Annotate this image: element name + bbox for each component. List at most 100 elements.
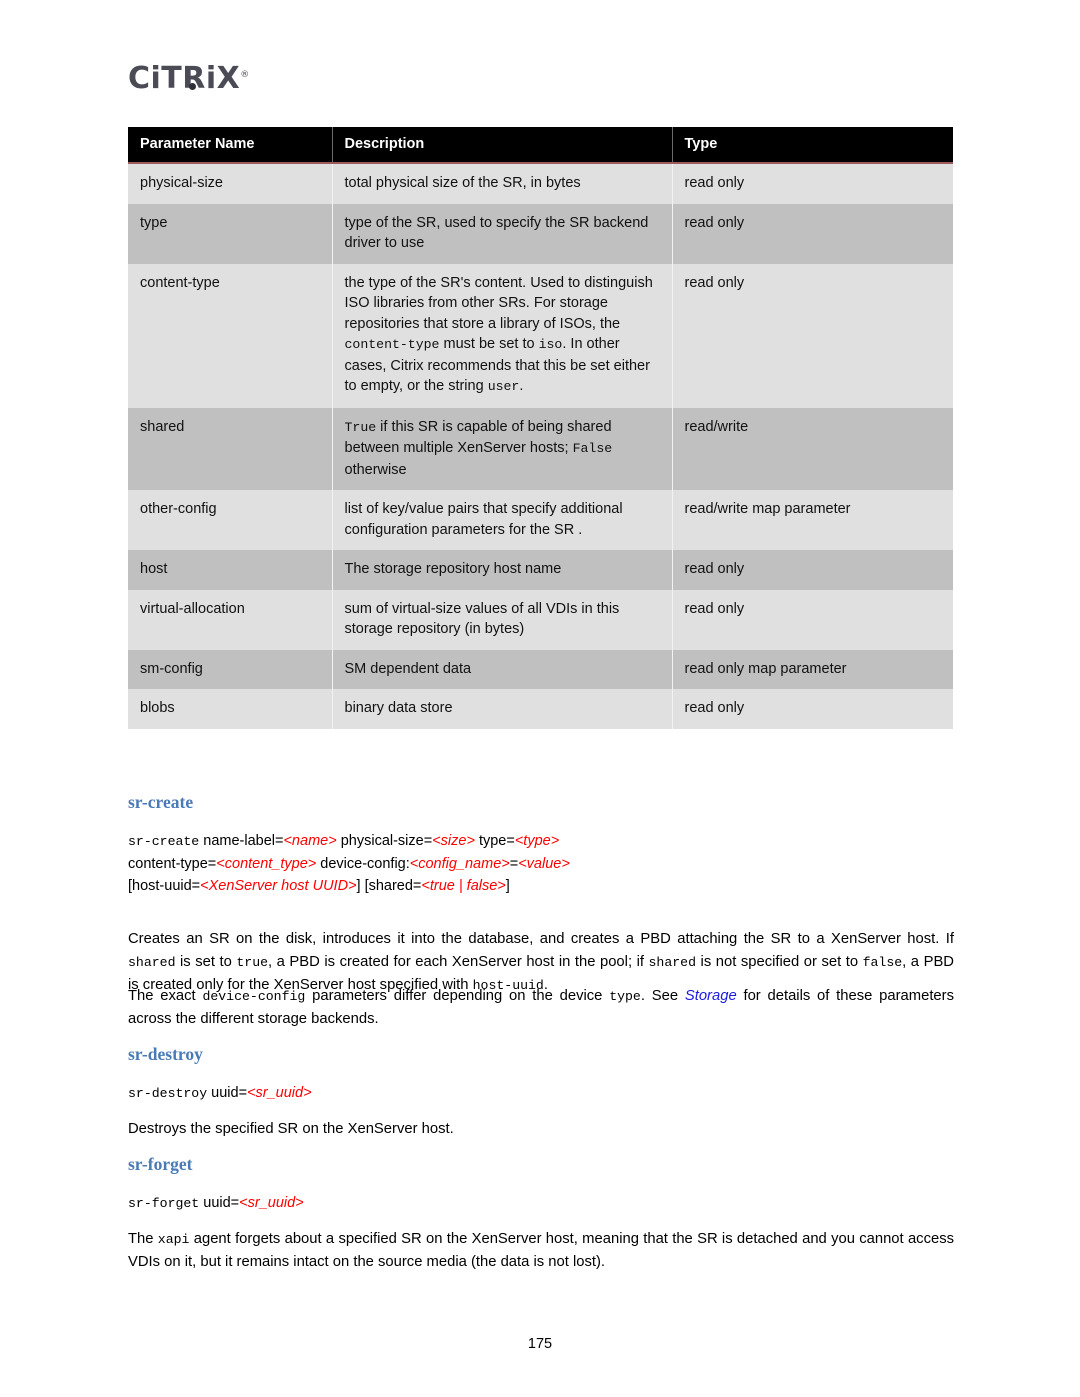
- text-run: The storage repository host name: [344, 561, 562, 577]
- cell-parameter-name: other-config: [128, 490, 333, 550]
- table-row: content-type the type of the SR's content…: [128, 263, 953, 408]
- cell-parameter-name: physical-size: [128, 163, 333, 204]
- heading-sr-destroy: sr-destroy: [128, 1044, 203, 1064]
- table-row: host The storage repository host name read…: [128, 550, 953, 590]
- text-run: , a PBD is created for each XenServer ho…: [268, 954, 649, 970]
- syntax-placeholder: <content_type>: [216, 856, 317, 872]
- paragraph-sr-forget-description: The xapi agent forgets about a specified…: [128, 1228, 954, 1274]
- heading-sr-forget: sr-forget: [128, 1154, 193, 1174]
- command-name: sr-create: [128, 834, 200, 849]
- syntax-placeholder: <sr_uuid>: [247, 1085, 312, 1101]
- text-run: parameters differ depending on the devic…: [305, 988, 610, 1004]
- syntax-line: [host-uuid=<XenServer host UUID>] [share…: [128, 875, 570, 897]
- syntax-line: sr-destroy uuid=<sr_uuid>: [128, 1082, 312, 1105]
- syntax-literal: physical-size=: [336, 833, 433, 849]
- syntax-line: sr-forget uuid=<sr_uuid>: [128, 1192, 304, 1215]
- table-row: physical-size total physical size of the …: [128, 163, 953, 204]
- syntax-literal: content-type=: [128, 856, 217, 872]
- parameter-table-head: Parameter Name Description Type: [128, 127, 953, 164]
- cell-description: total physical size of the SR, in bytes: [332, 163, 673, 204]
- inline-code: type: [609, 989, 641, 1004]
- column-header-description: Description: [332, 127, 673, 164]
- cell-type: read/write map parameter: [672, 490, 953, 550]
- inline-code: shared: [648, 955, 696, 970]
- inline-code: xapi: [157, 1232, 190, 1247]
- text-run: the type of the SR's content. Used to di…: [344, 274, 653, 332]
- text-run: must be set to: [439, 336, 539, 352]
- syntax-literal: =: [509, 856, 519, 872]
- cell-type: read only: [672, 203, 953, 264]
- cell-description: the type of the SR's content. Used to di…: [332, 263, 673, 408]
- syntax-placeholder: <value>: [518, 856, 570, 872]
- cell-type: read only map parameter: [672, 649, 953, 689]
- text-run: list of key/value pairs that specify add…: [344, 501, 623, 538]
- syntax-literal: ] [shared=: [356, 878, 422, 894]
- citrix-logo: CiTRiX®: [128, 60, 428, 106]
- syntax-placeholder: <XenServer host UUID>: [200, 878, 357, 894]
- cell-type: read only: [672, 263, 953, 408]
- table-row: shared True if this SR is capable of bein…: [128, 407, 953, 490]
- text-run: total physical size of the SR, in bytes: [344, 175, 581, 191]
- syntax-placeholder: <config_name>: [409, 856, 510, 872]
- cell-parameter-name: virtual-allocation: [128, 589, 333, 650]
- citrix-logo-dot-icon: [189, 83, 196, 90]
- citrix-logo-text: CiTRiX: [128, 61, 241, 96]
- parameter-table: Parameter Name Description Type physical…: [128, 127, 953, 729]
- storage-link[interactable]: Storage: [685, 988, 737, 1004]
- cell-type: read/write: [672, 407, 953, 490]
- paragraph-sr-create-device-config: The exact device-config parameters diffe…: [128, 985, 954, 1031]
- inline-code: shared: [128, 955, 176, 970]
- text-run: SM dependent data: [344, 660, 472, 677]
- cell-type: read only: [672, 589, 953, 650]
- syntax-block-sr-create: sr-create name-label=<name> physical-siz…: [128, 830, 570, 897]
- syntax-placeholder: <true | false>: [421, 878, 506, 894]
- paragraph-sr-destroy-description: Destroys the specified SR on the XenServ…: [128, 1118, 954, 1141]
- citrix-logo-trademark: ®: [240, 70, 250, 80]
- syntax-literal: ]: [505, 878, 510, 894]
- table-row: other-config list of key/value pairs that…: [128, 490, 953, 550]
- cell-description: True if this SR is capable of being shar…: [332, 407, 673, 490]
- syntax-literal: device-config:: [316, 856, 410, 872]
- page-number: 175: [527, 1336, 553, 1352]
- text-run: The exact: [128, 988, 203, 1004]
- column-header-parameter-name: Parameter Name: [128, 127, 333, 164]
- inline-code: true: [236, 955, 269, 970]
- inline-code: True: [344, 419, 377, 435]
- cell-description: type of the SR, used to specify the SR b…: [332, 203, 673, 264]
- syntax-block-sr-forget: sr-forget uuid=<sr_uuid>: [128, 1192, 304, 1215]
- cell-parameter-name: content-type: [128, 263, 333, 408]
- inline-code: device-config: [202, 989, 306, 1004]
- column-header-type: Type: [672, 127, 953, 164]
- table-row: sm-config SM dependent data read only map …: [128, 649, 953, 689]
- syntax-placeholder: <size>: [432, 833, 475, 849]
- table-row: blobs binary data store read only: [128, 689, 953, 729]
- syntax-literal: uuid=: [199, 1195, 240, 1211]
- syntax-placeholder: <sr_uuid>: [239, 1195, 304, 1211]
- text-run: type of the SR, used to specify the SR b…: [344, 214, 649, 252]
- syntax-placeholder: <name>: [283, 833, 337, 849]
- text-run: if this SR is capable of being shared be…: [344, 418, 612, 457]
- citrix-logo-wordmark: CiTRiX®: [128, 60, 250, 94]
- syntax-block-sr-destroy: sr-destroy uuid=<sr_uuid>: [128, 1082, 312, 1105]
- text-run: Destroys the specified SR on the XenServ…: [128, 1121, 454, 1137]
- cell-type: read only: [672, 550, 953, 590]
- text-run: is set to: [175, 954, 237, 970]
- cell-description: binary data store: [332, 689, 673, 729]
- cell-description: list of key/value pairs that specify add…: [332, 490, 673, 550]
- text-run: otherwise: [344, 461, 407, 478]
- cell-parameter-name: shared: [128, 407, 333, 490]
- syntax-literal: uuid=: [207, 1085, 248, 1101]
- text-run: . See: [640, 988, 685, 1004]
- command-name: sr-destroy: [128, 1086, 208, 1101]
- syntax-line: content-type=<content_type> device-confi…: [128, 853, 570, 875]
- table-row: type type of the SR, used to specify the …: [128, 203, 953, 264]
- cell-parameter-name: host: [128, 550, 333, 590]
- table-row: virtual-allocation sum of virtual-size va…: [128, 589, 953, 650]
- document-page: CiTRiX® Parameter Name Description Type …: [0, 0, 1080, 1397]
- cell-parameter-name: sm-config: [128, 649, 333, 689]
- text-run: The: [128, 1231, 158, 1247]
- syntax-line: sr-create name-label=<name> physical-siz…: [128, 830, 570, 853]
- command-name: sr-forget: [128, 1196, 200, 1211]
- syntax-literal: name-label=: [199, 833, 284, 849]
- text-run: agent forgets about a specified SR on th…: [128, 1231, 954, 1270]
